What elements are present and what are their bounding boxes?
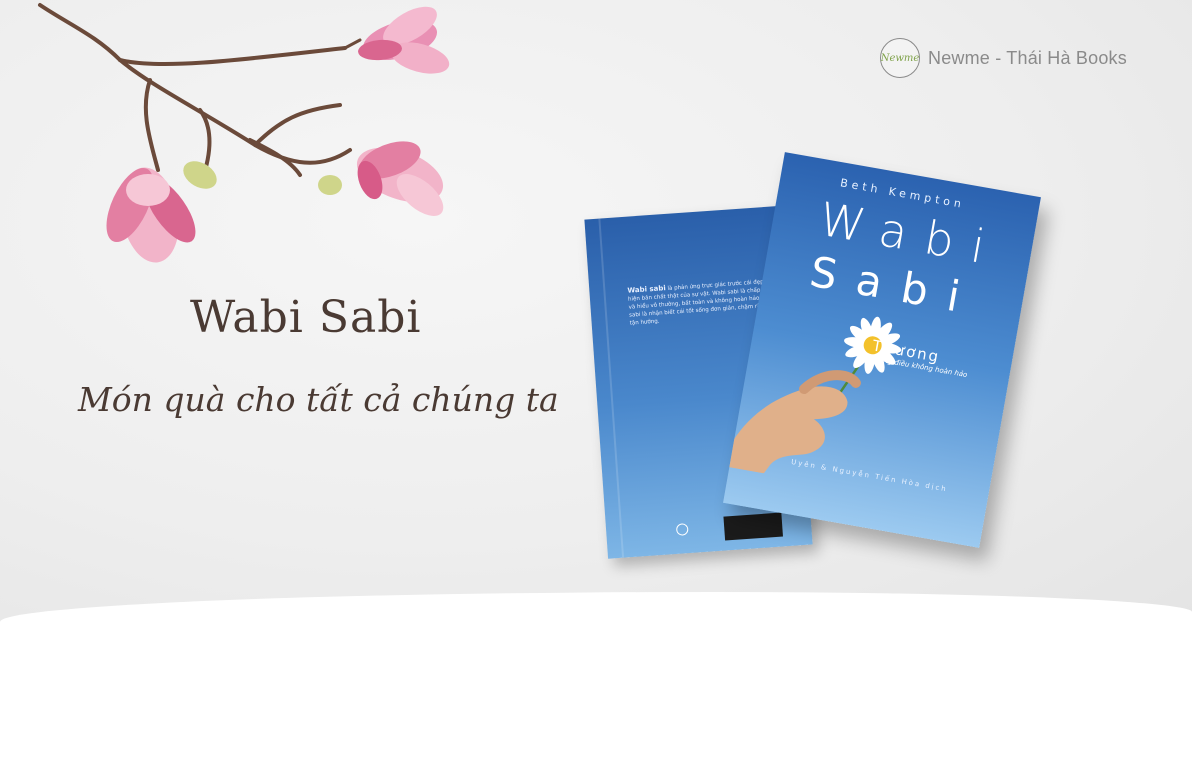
- publisher-brand: Newme Newme - Thái Hà Books: [880, 38, 1127, 78]
- magnolia-branch-illustration: [38, 3, 450, 263]
- barcode-icon: [723, 512, 783, 541]
- publisher-mark-icon: [675, 523, 689, 536]
- bottom-white-area: [0, 592, 1192, 759]
- hero-banner: Newme Newme - Thái Hà Books Wabi Sabi Mó…: [0, 0, 1192, 630]
- headline-title: Wabi Sabi: [190, 292, 422, 343]
- newme-logo: Newme: [880, 38, 920, 78]
- logo-text: Newme: [880, 52, 920, 64]
- tagline: Món quà cho tất cả chúng ta: [78, 380, 559, 419]
- back-spine: [598, 218, 625, 558]
- publisher-name: Newme - Thái Hà Books: [928, 47, 1127, 68]
- back-blurb-lead: Wabi sabi: [627, 284, 666, 295]
